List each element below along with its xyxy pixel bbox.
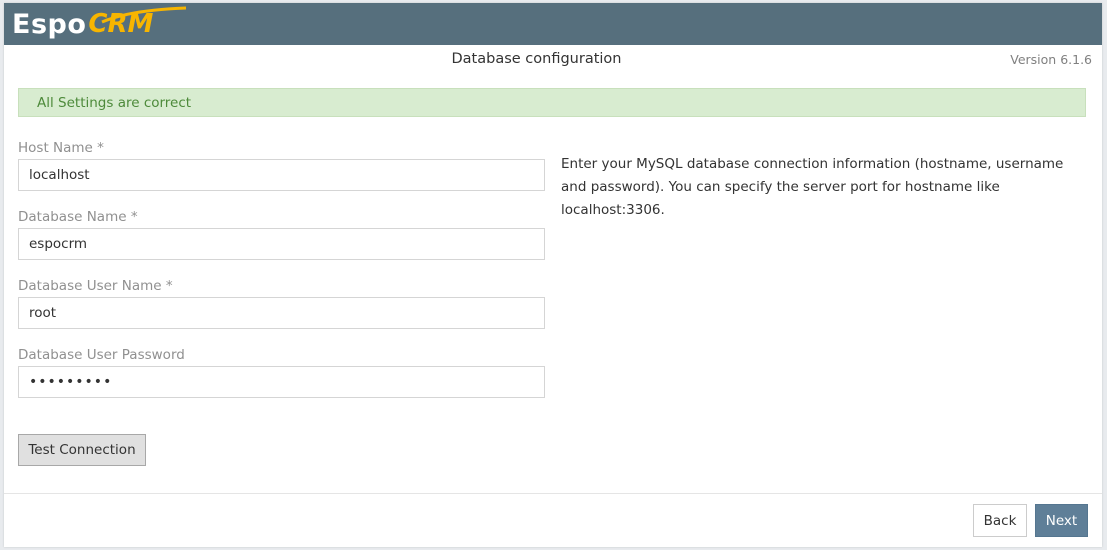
back-button[interactable]: Back xyxy=(973,504,1027,537)
success-alert: All Settings are correct xyxy=(18,88,1086,117)
header-bar: Espo CRM xyxy=(4,3,1102,45)
logo-espo-text: Espo xyxy=(12,8,87,40)
database-user-name-label: Database User Name * xyxy=(18,278,173,294)
version-label: Version 6.1.6 xyxy=(1010,52,1092,67)
host-name-label: Host Name * xyxy=(18,140,104,156)
page-title: Database configuration xyxy=(451,51,622,67)
footer-divider xyxy=(4,493,1102,494)
next-button[interactable]: Next xyxy=(1035,504,1088,537)
host-name-input[interactable] xyxy=(18,159,545,191)
connection-help-text: Enter your MySQL database connection inf… xyxy=(561,156,1064,218)
database-name-label: Database Name * xyxy=(18,209,138,225)
database-user-password-label: Database User Password xyxy=(18,347,185,363)
database-name-input[interactable] xyxy=(18,228,545,260)
test-connection-button[interactable]: Test Connection xyxy=(18,434,146,466)
database-user-name-input[interactable] xyxy=(18,297,545,329)
installer-window: Espo CRM Database configuration Version … xyxy=(4,3,1102,547)
database-user-password-input[interactable] xyxy=(18,366,545,398)
logo-swoosh-icon xyxy=(101,6,187,24)
espocrm-logo: Espo CRM xyxy=(12,6,187,42)
